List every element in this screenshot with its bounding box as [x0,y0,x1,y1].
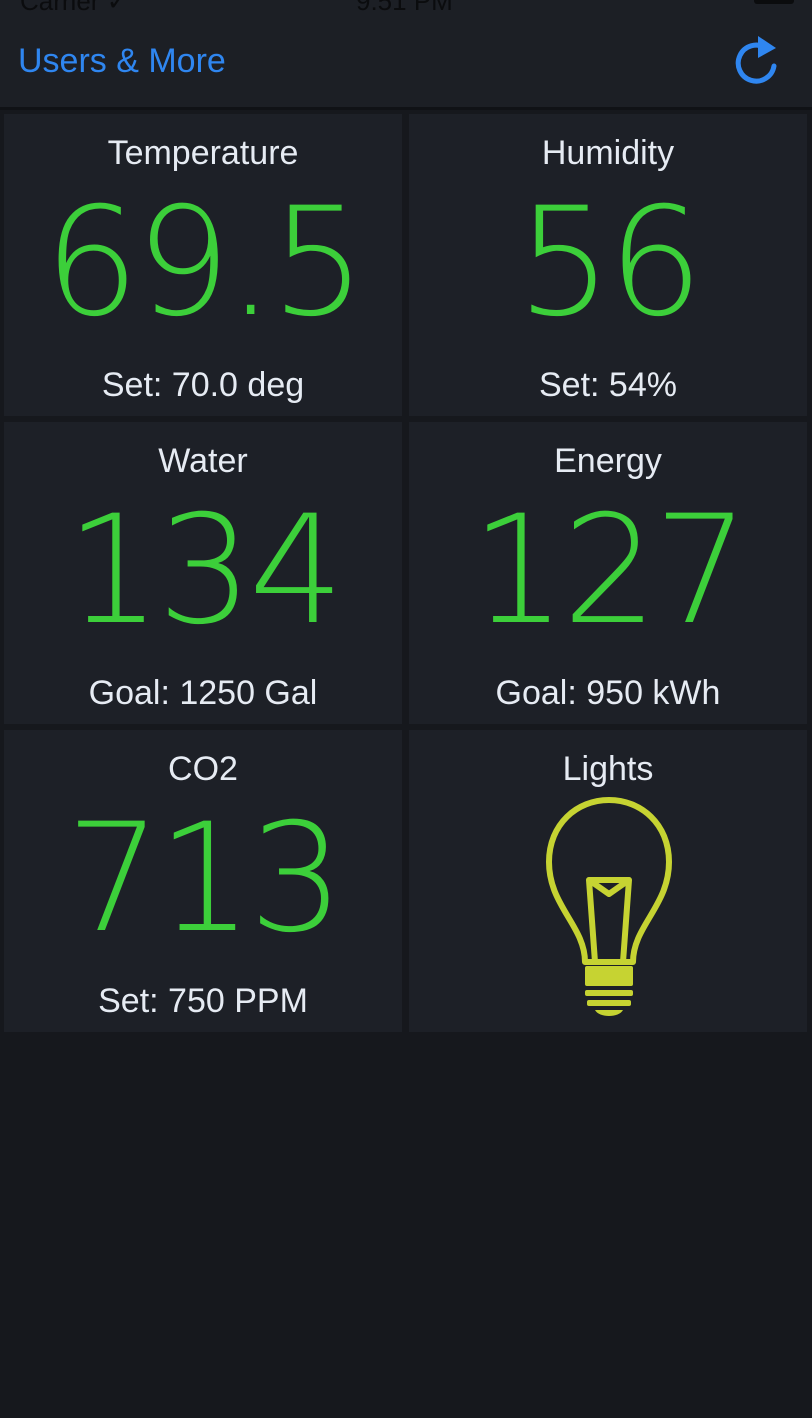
energy-tile[interactable]: Energy 127 Goal: 950 kWh [409,422,807,724]
co2-setpoint: Set: 750 PPM [98,982,308,1020]
battery-icon [754,0,794,4]
tile-title: Lights [562,750,654,788]
co2-value: 713 [65,792,344,966]
lightbulb-icon[interactable] [545,796,673,1022]
status-bar: Carrier ✓ 9:51 PM [0,0,812,14]
humidity-setpoint: Set: 54% [539,366,677,404]
carrier-label: Carrier ✓ [20,0,128,14]
water-tile[interactable]: Water 134 Goal: 1250 Gal [4,422,402,724]
users-and-more-button[interactable]: Users & More [18,42,226,81]
refresh-icon[interactable] [732,34,784,90]
status-time: 9:51 PM [356,0,453,14]
tile-title: Energy [554,442,662,480]
humidity-value: 56 [516,176,704,350]
temperature-setpoint: Set: 70.0 deg [101,366,305,404]
humidity-tile[interactable]: Humidity 56 Set: 54% [409,114,807,416]
temperature-value: 69.5 [44,176,366,350]
tile-title: CO2 [168,750,238,788]
tile-title: Temperature [107,134,299,172]
co2-tile[interactable]: CO2 713 Set: 750 PPM [4,730,402,1032]
water-goal: Goal: 1250 Gal [88,674,318,712]
energy-goal: Goal: 950 kWh [495,674,721,712]
temperature-tile[interactable]: Temperature 69.5 Set: 70.0 deg [4,114,402,416]
tile-title: Water [158,442,248,480]
water-value: 134 [65,484,344,658]
navigation-bar: Users & More [0,14,812,110]
lights-tile[interactable]: Lights [409,730,807,1032]
energy-value: 127 [470,484,749,658]
tile-title: Humidity [541,134,675,172]
